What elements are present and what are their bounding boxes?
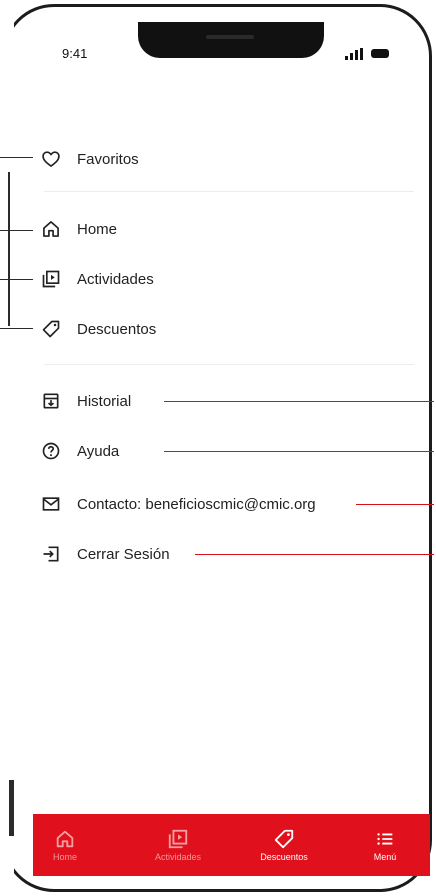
callout-line-red (164, 451, 434, 452)
menu-item-favorites[interactable]: Favoritos (41, 146, 139, 172)
bottom-tab-bar: Home Actividades Descuentos Menú (33, 814, 430, 876)
tab-label: Actividades (154, 852, 202, 862)
menu-label: Descuentos (77, 320, 157, 338)
divider (44, 191, 414, 192)
logout-icon (41, 544, 61, 564)
menu-item-activities[interactable]: Actividades (41, 266, 154, 292)
status-time: 9:41 (62, 46, 88, 61)
mail-icon (41, 494, 61, 514)
tab-label: Home (52, 852, 77, 862)
menu-item-help[interactable]: Ayuda (41, 438, 119, 464)
callout-line (0, 328, 33, 329)
menu-item-contact[interactable]: Contacto: beneficioscmic@cmic.org (41, 491, 316, 517)
heart-icon (41, 149, 61, 169)
tab-home[interactable]: Home (25, 814, 105, 876)
callout-line-red (195, 554, 434, 555)
callout-line-red (356, 504, 434, 505)
battery-icon (371, 49, 389, 58)
menu-item-home[interactable]: Home (41, 216, 117, 242)
frame-side-strip (0, 0, 14, 896)
video-library-icon (167, 828, 189, 850)
callout-line (0, 230, 33, 231)
video-library-icon (41, 269, 61, 289)
menu-label: Historial (77, 392, 132, 410)
menu-list-icon (374, 828, 396, 850)
menu-label: Cerrar Sesión (77, 545, 170, 563)
tab-label: Menú (373, 852, 397, 862)
frame-side-button (9, 780, 14, 836)
help-circle-icon (41, 441, 61, 461)
frame-side-button (8, 172, 10, 326)
menu-item-logout[interactable]: Cerrar Sesión (41, 541, 170, 567)
tab-actividades[interactable]: Actividades (138, 814, 218, 876)
divider (44, 364, 414, 365)
callout-line (0, 279, 33, 280)
menu-item-discounts[interactable]: Descuentos (41, 316, 156, 342)
menu-label: Home (77, 220, 118, 238)
tag-icon (273, 828, 295, 850)
menu-item-history[interactable]: Historial (41, 388, 131, 414)
menu-label: Contacto: beneficioscmic@cmic.org (77, 495, 316, 513)
tab-menu[interactable]: Menú (345, 814, 425, 876)
menu-label: Favoritos (77, 150, 139, 168)
tab-label: Descuentos (260, 852, 308, 862)
callout-line (0, 157, 33, 158)
menu-label: Actividades (77, 270, 154, 288)
phone-notch (138, 22, 324, 58)
callout-line-red (164, 401, 434, 402)
history-download-icon (41, 391, 61, 411)
signal-icon (345, 47, 363, 60)
home-icon (54, 828, 76, 850)
tab-descuentos[interactable]: Descuentos (244, 814, 324, 876)
home-icon (41, 219, 61, 239)
tag-icon (41, 319, 61, 339)
menu-label: Ayuda (77, 442, 120, 460)
